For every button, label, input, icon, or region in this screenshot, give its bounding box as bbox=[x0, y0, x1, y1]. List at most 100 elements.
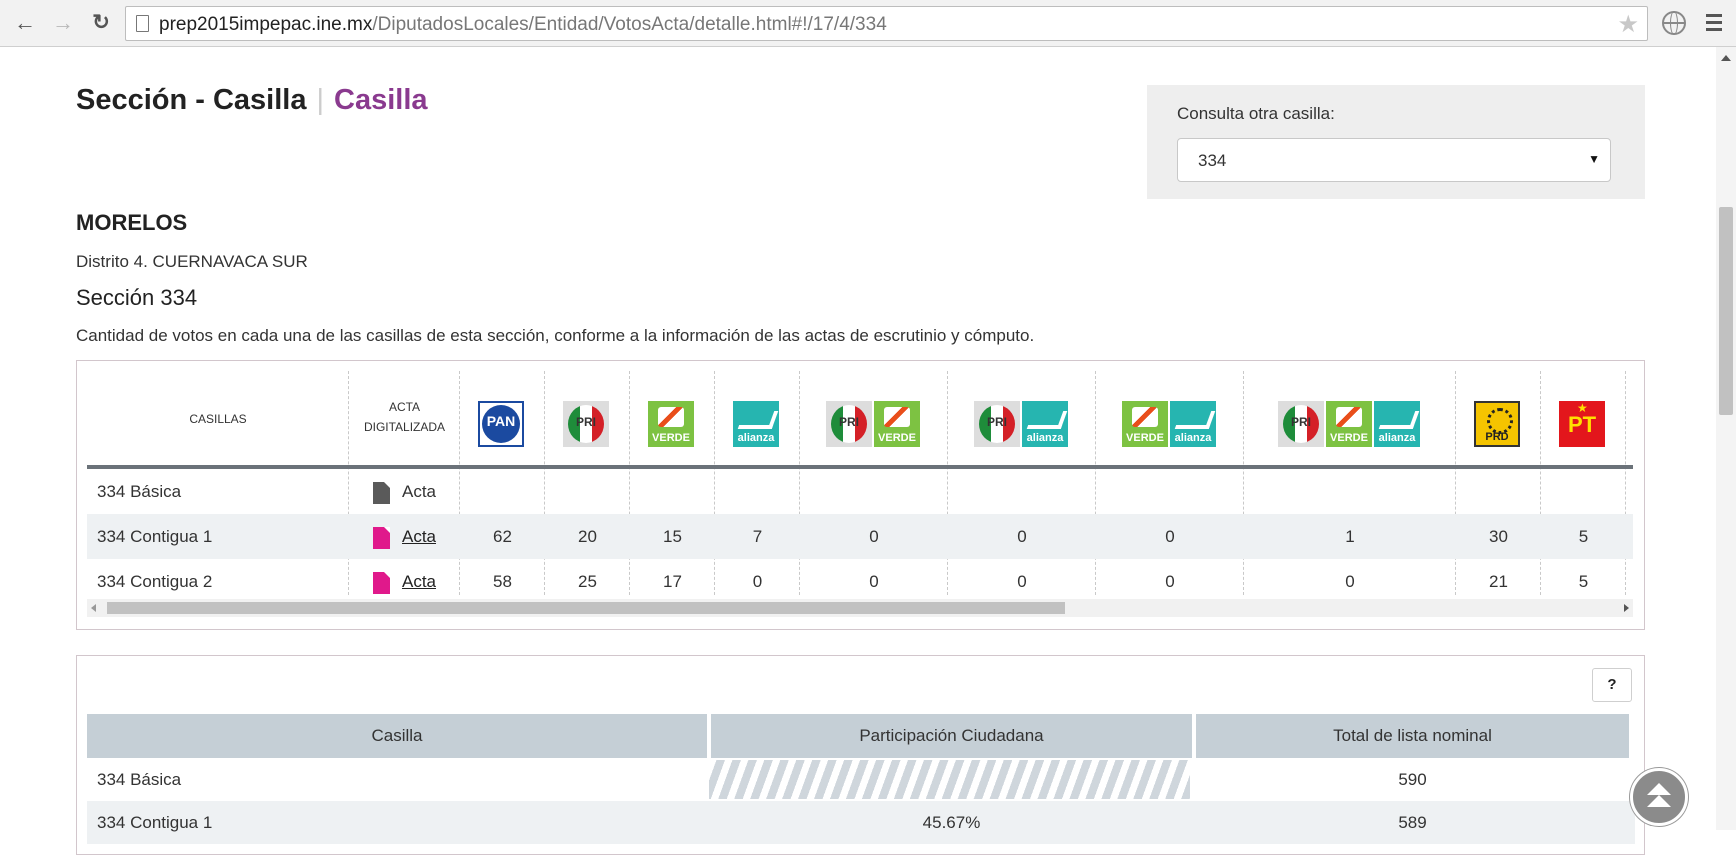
vote-cell: 17 bbox=[663, 572, 682, 591]
menu-icon[interactable] bbox=[1706, 14, 1722, 35]
vote-cell: 7 bbox=[752, 527, 763, 546]
alianza-logo-text: alianza bbox=[1174, 432, 1212, 444]
nueva-alianza-logo: alianza bbox=[733, 401, 781, 447]
consulta-label: Consulta otra casilla: bbox=[1177, 104, 1335, 123]
casilla-select[interactable]: 334 ▼ bbox=[1177, 138, 1611, 182]
pri-logo-text: PRI bbox=[838, 415, 859, 429]
votes-panel: CASILLAS ACTA DIGITALIZADA PAN PRI VERDE… bbox=[76, 360, 1645, 630]
alianza-logo-text: alianza bbox=[1026, 432, 1064, 444]
pri-logo-text: PRI bbox=[575, 415, 596, 429]
acta-cell[interactable]: Acta bbox=[349, 514, 460, 559]
verde-logo-text: VERDE bbox=[878, 432, 916, 444]
distrito-text: Distrito 4. CUERNAVACA SUR bbox=[76, 252, 308, 271]
globe-icon[interactable] bbox=[1662, 11, 1686, 35]
pt-logo: PT bbox=[1559, 401, 1607, 447]
verde-alianza-coalition-logo: VERDE alianza bbox=[1122, 401, 1218, 447]
table-row: 334 Contigua 1 Acta 62 20 15 7 0 0 0 1 3… bbox=[87, 514, 1633, 559]
scroll-right-arrow-icon[interactable] bbox=[1624, 604, 1629, 612]
acta-cell: Acta bbox=[349, 469, 460, 514]
vote-cell bbox=[948, 469, 1096, 514]
header-acta: ACTA DIGITALIZADA bbox=[349, 397, 460, 437]
header-participacion: Participación Ciudadana bbox=[711, 714, 1192, 758]
acta-link[interactable]: Acta bbox=[402, 572, 436, 591]
horizontal-scrollbar[interactable] bbox=[87, 599, 1633, 617]
casilla-name: 334 Básica bbox=[97, 770, 182, 789]
casilla-name: 334 Contigua 2 bbox=[97, 572, 213, 591]
vote-cell: 0 bbox=[869, 572, 879, 591]
votes-table-header: CASILLAS ACTA DIGITALIZADA PAN PRI VERDE… bbox=[87, 371, 1633, 469]
vertical-scrollbar[interactable] bbox=[1716, 47, 1736, 830]
document-icon[interactable] bbox=[372, 526, 390, 549]
vote-cell: 0 bbox=[1017, 527, 1027, 546]
header-acta-line1: ACTA bbox=[388, 400, 421, 414]
page-subtitle: Casilla bbox=[334, 84, 428, 116]
consulta-panel: Consulta otra casilla: 334 ▼ bbox=[1147, 85, 1645, 199]
scrollbar-thumb[interactable] bbox=[1719, 207, 1733, 415]
vote-cell bbox=[1096, 469, 1244, 514]
vote-cell bbox=[460, 469, 545, 514]
table-row: 334 Contigua 2 Acta 58 25 17 0 0 0 0 0 2… bbox=[87, 559, 1633, 604]
header-total: Total de lista nominal bbox=[1196, 714, 1629, 758]
scroll-left-arrow-icon[interactable] bbox=[91, 604, 96, 612]
help-button[interactable]: ? bbox=[1592, 668, 1632, 702]
casilla-name: 334 Básica bbox=[97, 482, 182, 501]
pri-verde-alianza-coalition-logo: PRI VERDE alianza bbox=[1278, 401, 1422, 447]
page-title-main: Sección - Casilla bbox=[76, 84, 307, 116]
forward-arrow-icon[interactable]: → bbox=[50, 10, 76, 36]
back-arrow-icon[interactable]: ← bbox=[12, 10, 38, 36]
verde-logo-text: VERDE bbox=[652, 432, 690, 444]
estado-heading: MORELOS bbox=[76, 210, 188, 235]
description-text: Cantidad de votos en cada una de las cas… bbox=[76, 326, 1035, 345]
vote-cell: 0 bbox=[1345, 572, 1355, 591]
vote-cell bbox=[1541, 469, 1626, 514]
url-text[interactable]: prep2015impepac.ine.mx/DiputadosLocales/… bbox=[159, 14, 887, 36]
table-row: 334 Básica Acta bbox=[87, 469, 1633, 514]
pri-logo-text: PRI bbox=[1290, 415, 1311, 429]
acta-cell[interactable]: Acta bbox=[349, 559, 460, 604]
vote-cell: 5 bbox=[1578, 527, 1589, 546]
vote-cell: 20 bbox=[578, 527, 597, 546]
document-icon bbox=[372, 481, 390, 504]
vote-cell: 15 bbox=[663, 527, 682, 546]
bookmark-star-icon[interactable]: ★ bbox=[1617, 10, 1639, 39]
header-casillas: CASILLAS bbox=[189, 412, 247, 426]
verde-logo-text: VERDE bbox=[1330, 432, 1368, 444]
document-icon[interactable] bbox=[372, 571, 390, 594]
table-row: 334 Contigua 1 45.67% 589 bbox=[87, 801, 1635, 844]
prd-logo: PRD bbox=[1474, 401, 1522, 447]
header-casilla: Casilla bbox=[87, 714, 707, 758]
url-host: prep2015impepac.ine.mx bbox=[159, 14, 373, 35]
vote-cell: 0 bbox=[1165, 572, 1175, 591]
acta-link[interactable]: Acta bbox=[402, 527, 436, 546]
scroll-up-arrow-icon[interactable] bbox=[1721, 55, 1731, 61]
vote-cell bbox=[1456, 469, 1541, 514]
page-icon bbox=[136, 15, 149, 32]
vote-cell bbox=[630, 469, 715, 514]
vote-cell: 30 bbox=[1489, 527, 1508, 546]
vote-cell bbox=[1244, 469, 1456, 514]
participation-panel: ? Casilla Participación Ciudadana Total … bbox=[76, 655, 1645, 855]
pri-alianza-coalition-logo: PRI alianza bbox=[974, 401, 1070, 447]
vote-cell bbox=[800, 469, 948, 514]
casilla-select-value: 334 bbox=[1198, 151, 1227, 170]
vote-cell bbox=[545, 469, 630, 514]
total-value: 589 bbox=[1398, 813, 1427, 832]
pri-logo-text: PRI bbox=[986, 415, 1007, 429]
vote-cell bbox=[715, 469, 800, 514]
browser-toolbar: ← → ↻ prep2015impepac.ine.mx/DiputadosLo… bbox=[0, 0, 1736, 47]
reload-icon[interactable]: ↻ bbox=[88, 10, 114, 36]
alianza-logo-text: alianza bbox=[737, 432, 775, 444]
dropdown-arrow-icon: ▼ bbox=[1588, 152, 1600, 166]
alianza-logo-text: alianza bbox=[1378, 432, 1416, 444]
vote-cell: 0 bbox=[869, 527, 879, 546]
vote-cell: 58 bbox=[493, 572, 512, 591]
address-bar[interactable]: prep2015impepac.ine.mx/DiputadosLocales/… bbox=[125, 6, 1648, 41]
pan-logo-text: PAN bbox=[486, 413, 516, 429]
table-row: 334 Básica 590 bbox=[87, 758, 1635, 801]
page-title: Sección - Casilla | Casilla bbox=[76, 84, 428, 117]
vote-cell: 0 bbox=[1017, 572, 1027, 591]
horizontal-scrollbar-thumb[interactable] bbox=[107, 602, 1065, 614]
total-value: 590 bbox=[1398, 770, 1427, 789]
scroll-to-top-button[interactable] bbox=[1630, 768, 1688, 826]
pri-logo: PRI bbox=[563, 401, 611, 447]
